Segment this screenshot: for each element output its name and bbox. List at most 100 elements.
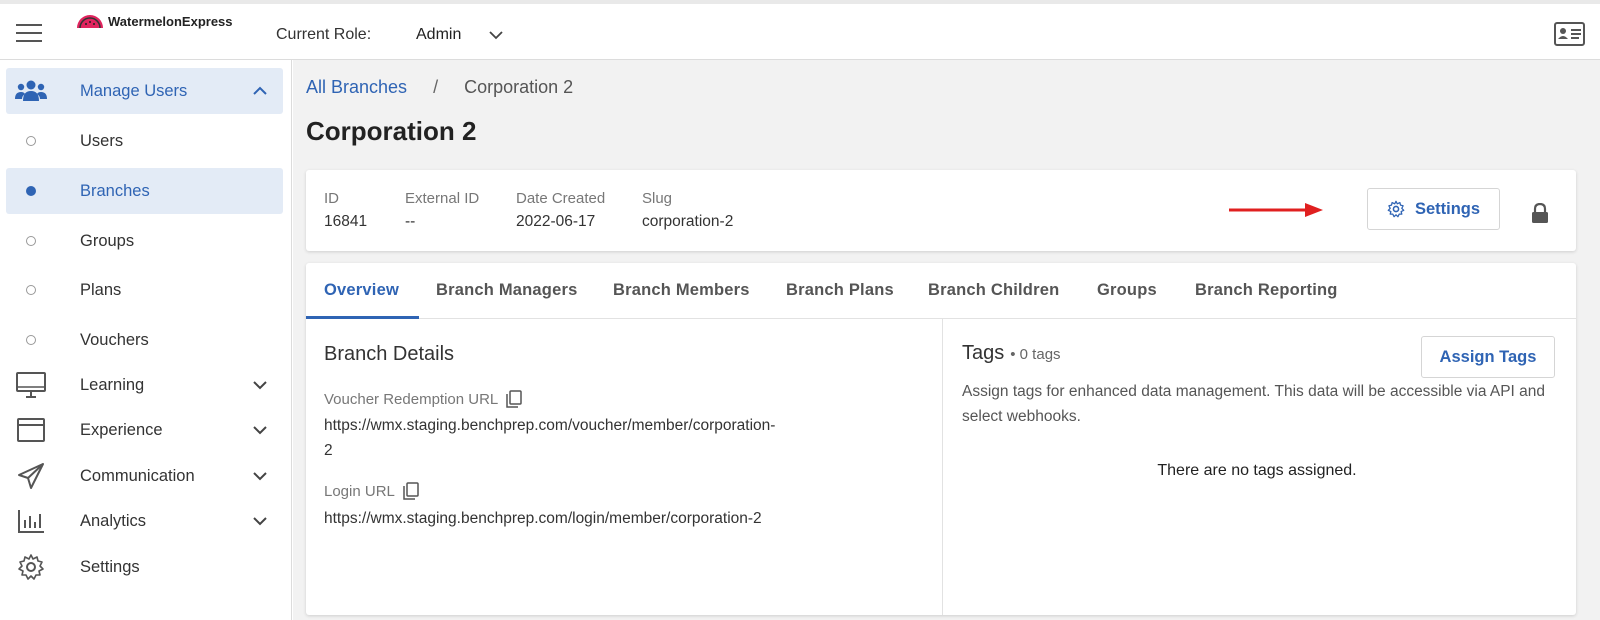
red-arrow-annotation [1229, 203, 1323, 217]
assign-tags-button[interactable]: Assign Tags [1421, 336, 1555, 378]
chevron-down-icon [253, 381, 267, 390]
copy-icon[interactable] [403, 482, 419, 500]
sidebar: Manage Users Users Branches Groups Plans… [0, 60, 292, 620]
chevron-down-icon [253, 426, 267, 435]
sidebar-item-users[interactable]: Users [6, 118, 283, 164]
branch-details-title: Branch Details [324, 343, 455, 365]
sidebar-item-label: Vouchers [80, 330, 149, 349]
date-created-field: Date Created 2022-06-17 [516, 190, 605, 231]
role-value: Admin [416, 26, 462, 43]
id-card-icon[interactable] [1554, 22, 1585, 46]
sidebar-item-analytics[interactable]: Analytics [6, 498, 283, 544]
chevron-down-icon [489, 31, 503, 40]
sidebar-item-label: Experience [80, 420, 163, 439]
tab-branch-children[interactable]: Branch Children [928, 281, 1059, 300]
sidebar-item-label: Communication [80, 466, 195, 485]
settings-button[interactable]: Settings [1367, 188, 1500, 230]
logo[interactable]: WatermelonExpress [76, 14, 233, 29]
voucher-url-label-text: Voucher Redemption URL [324, 390, 499, 408]
breadcrumb-separator: / [433, 77, 439, 97]
tab-overview[interactable]: Overview [324, 281, 399, 300]
monitor-icon [15, 369, 47, 401]
tab-branch-managers[interactable]: Branch Managers [436, 281, 577, 300]
settings-button-label: Settings [1414, 199, 1481, 218]
slug-value: corporation-2 [642, 213, 734, 230]
chevron-down-icon [253, 472, 267, 481]
current-role-label: Current Role: [276, 26, 372, 43]
breadcrumb: All Branches / Corporation 2 [306, 77, 573, 98]
column-divider [942, 319, 943, 615]
bar-chart-icon [15, 505, 47, 537]
sidebar-item-label: Users [80, 131, 124, 150]
breadcrumb-current: Corporation 2 [464, 77, 574, 97]
tags-header: Tags • 0 tags [962, 342, 1061, 365]
main-content: All Branches / Corporation 2 Corporation… [293, 60, 1600, 620]
login-url-label-text: Login URL [324, 482, 395, 500]
top-bar: WatermelonExpress Current Role: Admin [0, 0, 1600, 60]
circle-outline-icon [15, 125, 47, 157]
id-label: ID [324, 190, 339, 207]
tab-groups[interactable]: Groups [1097, 281, 1157, 300]
active-tab-indicator [306, 316, 419, 319]
sidebar-item-label: Manage Users [80, 81, 188, 100]
window-icon [15, 414, 47, 446]
circle-filled-icon [15, 175, 47, 207]
sidebar-item-communication[interactable]: Communication [6, 453, 283, 499]
external-id-label: External ID [405, 190, 480, 207]
role-select[interactable]: Admin [416, 26, 503, 44]
sidebar-item-label: Plans [80, 280, 122, 299]
tab-bar: Overview Branch Managers Branch Members … [306, 263, 1576, 319]
tab-branch-members[interactable]: Branch Members [613, 281, 750, 300]
id-field: ID 16841 [324, 190, 367, 231]
breadcrumb-all-branches-link[interactable]: All Branches [306, 77, 407, 98]
date-created-value: 2022-06-17 [516, 213, 596, 230]
sidebar-item-label: Learning [80, 375, 145, 394]
login-url-value: https://wmx.staging.benchprep.com/login/… [324, 510, 762, 527]
voucher-url-line-1: https://wmx.staging.benchprep.com/vouche… [324, 417, 776, 434]
users-icon [15, 75, 47, 107]
logo-text: WatermelonExpress [108, 14, 233, 29]
sidebar-item-experience[interactable]: Experience [6, 407, 283, 453]
sidebar-item-groups[interactable]: Groups [6, 218, 283, 264]
sidebar-item-label: Analytics [80, 511, 147, 530]
external-id-value: -- [405, 213, 416, 230]
page-title: Corporation 2 [306, 116, 477, 146]
sidebar-item-branches[interactable]: Branches [6, 168, 283, 214]
login-url-label: Login URL [324, 482, 419, 500]
lock-icon[interactable] [1531, 203, 1549, 223]
tags-count: • 0 tags [1010, 346, 1061, 363]
slug-label: Slug [642, 190, 673, 207]
date-created-label: Date Created [516, 190, 606, 207]
id-value: 16841 [324, 213, 368, 230]
tags-title: Tags [962, 342, 1005, 364]
tab-branch-reporting[interactable]: Branch Reporting [1195, 281, 1338, 300]
chevron-up-icon [253, 86, 267, 95]
paper-plane-icon [15, 460, 47, 492]
voucher-url-line-2: 2 [324, 442, 333, 459]
watermelon-logo-icon [77, 14, 103, 28]
external-id-field: External ID -- [405, 190, 479, 231]
tab-branch-plans[interactable]: Branch Plans [786, 281, 894, 300]
chevron-down-icon [253, 517, 267, 526]
gear-icon [15, 551, 47, 583]
gear-icon [1387, 200, 1405, 218]
slug-field: Slug corporation-2 [642, 190, 733, 231]
hamburger-menu-icon[interactable] [16, 22, 42, 44]
sidebar-item-learning[interactable]: Learning [6, 362, 283, 408]
sidebar-item-manage-users[interactable]: Manage Users [6, 68, 283, 114]
tags-description: Assign tags for enhanced data management… [962, 383, 1546, 425]
branch-info-card: ID 16841 External ID -- Date Created 202… [306, 170, 1576, 251]
circle-outline-icon [15, 225, 47, 257]
sidebar-item-plans[interactable]: Plans [6, 267, 283, 313]
branch-content-card: Overview Branch Managers Branch Members … [306, 263, 1576, 615]
sidebar-item-label: Branches [80, 181, 150, 200]
circle-outline-icon [15, 324, 47, 356]
sidebar-item-label: Settings [80, 557, 140, 576]
sidebar-item-settings[interactable]: Settings [6, 544, 283, 590]
no-tags-message: There are no tags assigned. [1157, 462, 1357, 479]
voucher-url-label: Voucher Redemption URL [324, 390, 523, 408]
sidebar-item-label: Groups [80, 231, 135, 250]
sidebar-item-vouchers[interactable]: Vouchers [6, 317, 283, 363]
circle-outline-icon [15, 274, 47, 306]
copy-icon[interactable] [506, 390, 523, 408]
